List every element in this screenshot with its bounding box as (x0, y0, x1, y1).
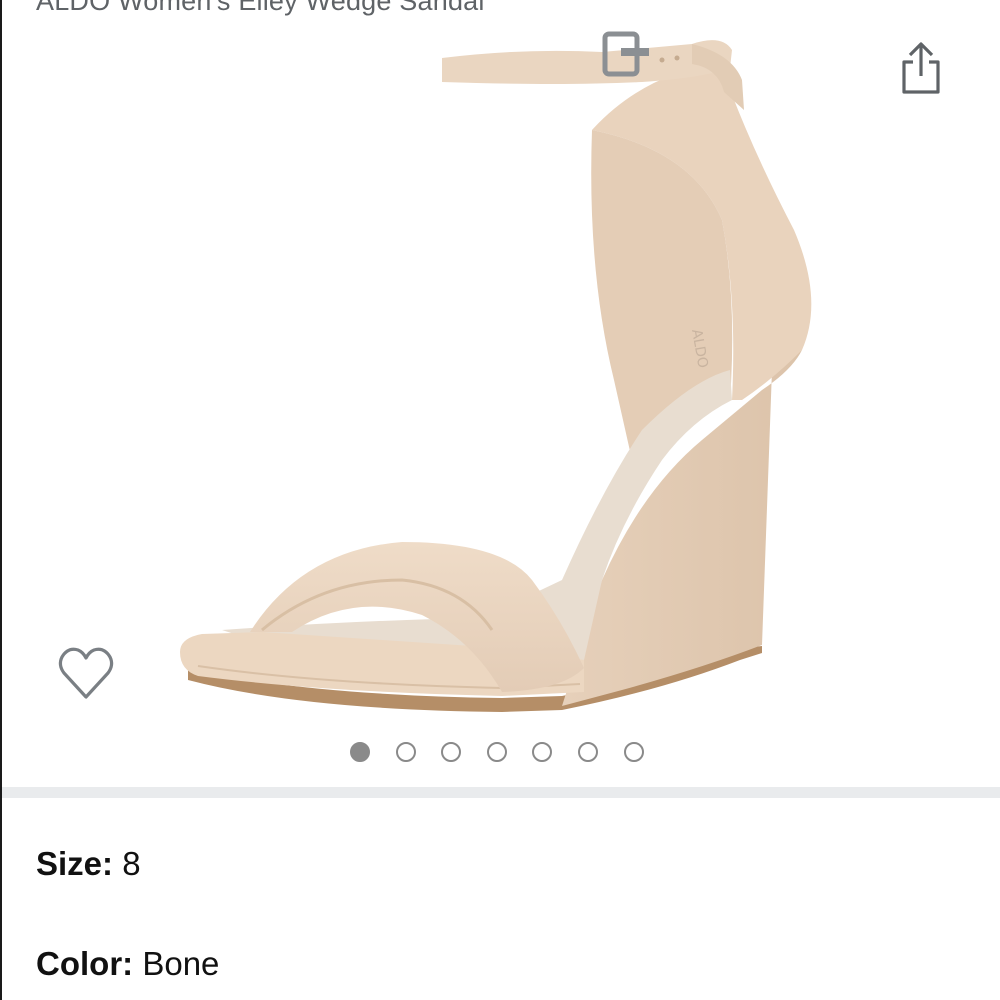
share-button[interactable] (896, 38, 946, 96)
carousel-dot[interactable] (441, 742, 462, 762)
carousel-dot[interactable] (532, 742, 553, 762)
size-label: Size: (36, 845, 123, 882)
heart-outline-icon (58, 647, 114, 699)
product-image-carousel[interactable]: ALDO (2, 20, 1000, 735)
color-value: Bone (142, 945, 220, 982)
color-attribute: Color: Bone (36, 945, 219, 983)
carousel-dot[interactable] (486, 742, 507, 762)
carousel-pagination (350, 742, 669, 762)
share-icon (902, 42, 940, 94)
carousel-dot[interactable] (350, 742, 370, 762)
carousel-dot[interactable] (623, 742, 644, 762)
size-attribute: Size: 8 (36, 845, 141, 883)
section-divider (2, 787, 1000, 798)
carousel-dot[interactable] (577, 742, 598, 762)
size-value: 8 (122, 845, 141, 882)
product-title: ALDO Women's Elley Wedge Sandal (36, 0, 485, 16)
product-image: ALDO (180, 31, 812, 712)
color-label: Color: (36, 945, 143, 982)
carousel-dot[interactable] (395, 742, 416, 762)
wishlist-button[interactable] (56, 645, 116, 705)
